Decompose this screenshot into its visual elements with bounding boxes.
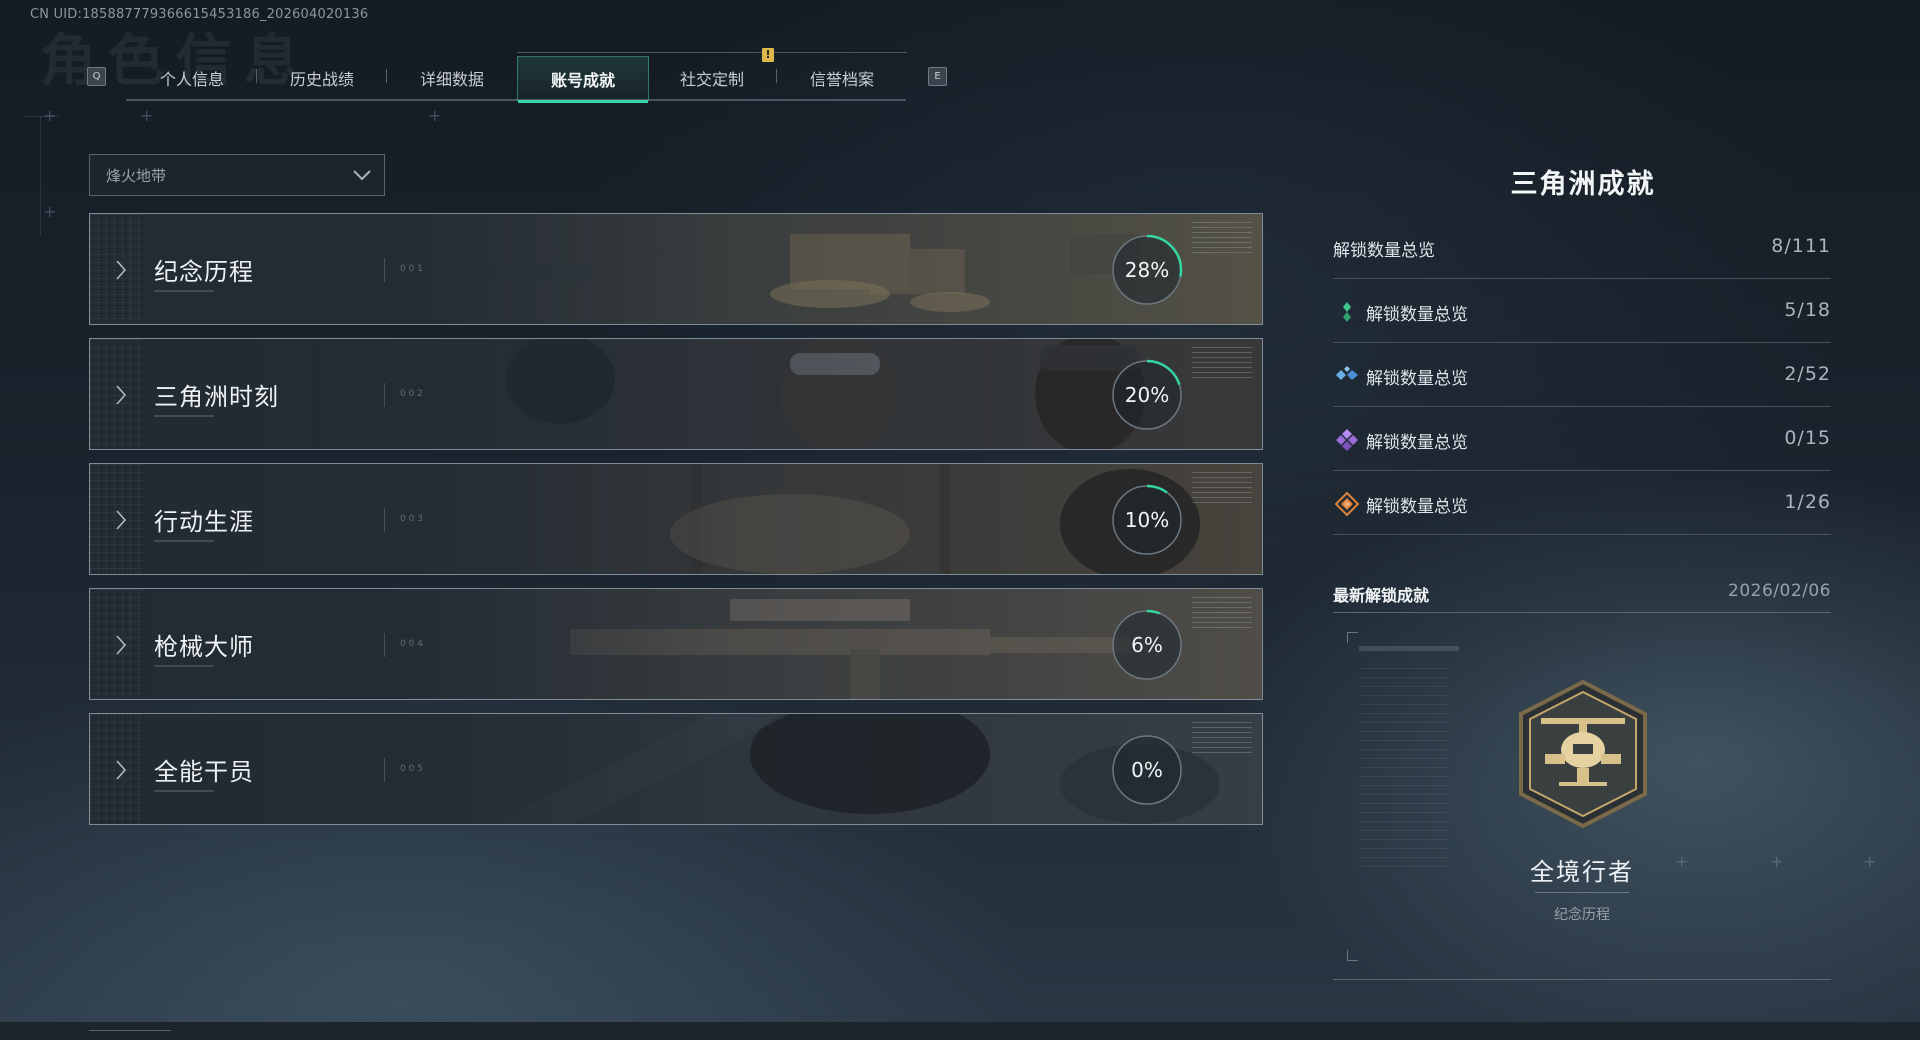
category-index: 0 0 3 (400, 514, 423, 524)
stat-label: 解锁数量总览 (1366, 369, 1468, 389)
panel-bottom-divider (1333, 979, 1831, 980)
latest-achievement-card[interactable]: 全境行者 纪念历程 (1333, 628, 1831, 978)
category-name-underline (154, 290, 214, 292)
chevron-right-icon (116, 635, 127, 655)
category-name: 全能干员 (154, 758, 254, 786)
category-name: 三角洲时刻 (154, 383, 279, 411)
orange-tier-icon (1335, 492, 1359, 516)
achievement-divider (1535, 892, 1629, 893)
category-row-delta-moments[interactable]: 三角洲时刻 0 0 2 20% (89, 338, 1263, 450)
progress-percent: 0% (1131, 758, 1163, 782)
category-shade (90, 464, 1262, 574)
stat-label: 解锁数量总览 (1333, 241, 1435, 261)
category-row-weapon-master[interactable]: 枪械大师 0 0 4 6% (89, 588, 1263, 700)
stat-value: 5/18 (1784, 299, 1831, 321)
chevron-right-icon (116, 260, 127, 280)
category-name: 纪念历程 (154, 258, 254, 286)
deco-plus: + (1863, 852, 1877, 871)
notice-badge: ! (762, 48, 774, 62)
latest-unlock-header: 最新解锁成就 2026/02/06 (1333, 580, 1831, 613)
dropdown-value: 烽火地带 (106, 166, 167, 185)
category-name: 行动生涯 (154, 508, 254, 536)
category-separator (384, 258, 385, 282)
category-shade (90, 714, 1262, 824)
category-index: 0 0 1 (400, 264, 423, 274)
green-tier-icon (1343, 302, 1351, 322)
stat-row-total: 解锁数量总览 8/111 (1333, 216, 1831, 279)
panel-title: 三角洲成就 (1510, 169, 1656, 200)
category-name-underline (154, 665, 214, 667)
stat-label: 解锁数量总览 (1366, 433, 1468, 453)
stat-row-purple: 解锁数量总览 0/15 (1333, 408, 1831, 471)
chevron-right-icon (116, 760, 127, 780)
category-deco-text (1192, 222, 1252, 256)
footer-tab-deco (89, 1030, 171, 1040)
category-row-operation-career[interactable]: 行动生涯 0 0 3 10% (89, 463, 1263, 575)
tab-match-history[interactable]: 历史战绩 (257, 56, 387, 100)
category-deco-text (1192, 597, 1252, 631)
card-deco-lines (1359, 668, 1449, 868)
category-separator (384, 758, 385, 782)
category-index: 0 0 5 (400, 764, 423, 774)
category-row-all-round-operator[interactable]: 全能干员 0 0 5 0% (89, 713, 1263, 825)
latest-unlock-title: 最新解锁成就 (1333, 586, 1430, 605)
progress-percent: 28% (1124, 258, 1170, 282)
latest-unlock-date: 2026/02/06 (1728, 581, 1831, 601)
stat-row-blue: 解锁数量总览 2/52 (1333, 344, 1831, 407)
chevron-down-icon (353, 170, 371, 181)
category-separator (384, 633, 385, 657)
tab-account-achievements[interactable]: 账号成就 (517, 56, 649, 103)
stat-value: 2/52 (1784, 363, 1831, 385)
achievements-screen: + + + + + + + CN UID:1858877793666154531… (0, 0, 1920, 1040)
footer-bar (0, 1022, 1920, 1040)
stat-value: 0/15 (1784, 427, 1831, 449)
deco-plus: + (428, 106, 442, 125)
deco-plus: + (43, 202, 57, 221)
progress-percent: 20% (1124, 383, 1170, 407)
stat-label: 解锁数量总览 (1366, 497, 1468, 517)
category-index: 0 0 2 (400, 389, 423, 399)
category-name: 枪械大师 (154, 633, 254, 661)
chevron-right-icon (116, 510, 127, 530)
mode-filter-dropdown[interactable]: 烽火地带 (89, 154, 385, 196)
category-shade (90, 214, 1262, 324)
stat-row-green: 解锁数量总览 5/18 (1333, 280, 1831, 343)
next-tab-key-hint[interactable]: E (928, 67, 947, 86)
tab-detailed-data[interactable]: 详细数据 (387, 56, 517, 100)
card-corner (1347, 632, 1358, 643)
category-index: 0 0 4 (400, 639, 423, 649)
category-name-underline (154, 540, 214, 542)
prev-tab-key-hint[interactable]: Q (87, 67, 106, 86)
category-shade (90, 589, 1262, 699)
achievement-category: 纪念历程 (1554, 907, 1610, 923)
progress-percent: 6% (1131, 633, 1163, 657)
card-deco-bar (1359, 646, 1459, 651)
purple-tier-icon (1336, 429, 1358, 451)
progress-percent: 10% (1124, 508, 1170, 532)
tab-social-customization[interactable]: 社交定制 (647, 56, 777, 100)
category-name-underline (154, 790, 214, 792)
category-deco-text (1192, 472, 1252, 506)
tab-personal-info[interactable]: 个人信息 (127, 56, 257, 100)
stat-value: 8/111 (1771, 235, 1831, 257)
tab-topline (517, 52, 907, 53)
stat-value: 1/26 (1784, 491, 1831, 513)
deco-plus: + (140, 106, 154, 125)
category-deco-text (1192, 722, 1252, 756)
stat-label: 解锁数量总览 (1366, 305, 1468, 325)
category-row-commemoration[interactable]: 纪念历程 0 0 1 28% (89, 213, 1263, 325)
category-deco-text (1192, 347, 1252, 381)
card-corner (1347, 950, 1358, 961)
achievement-name: 全境行者 (1530, 858, 1634, 886)
stat-row-orange: 解锁数量总览 1/26 (1333, 472, 1831, 535)
chevron-right-icon (116, 385, 127, 405)
helicopter-badge-icon (1519, 679, 1647, 829)
category-separator (384, 508, 385, 532)
deco-line (40, 116, 41, 236)
category-name-underline (154, 415, 214, 417)
deco-plus: + (43, 106, 57, 125)
category-separator (384, 383, 385, 407)
tab-reputation-record[interactable]: 信誉档案 (777, 56, 907, 100)
blue-tier-icon (1336, 366, 1358, 380)
